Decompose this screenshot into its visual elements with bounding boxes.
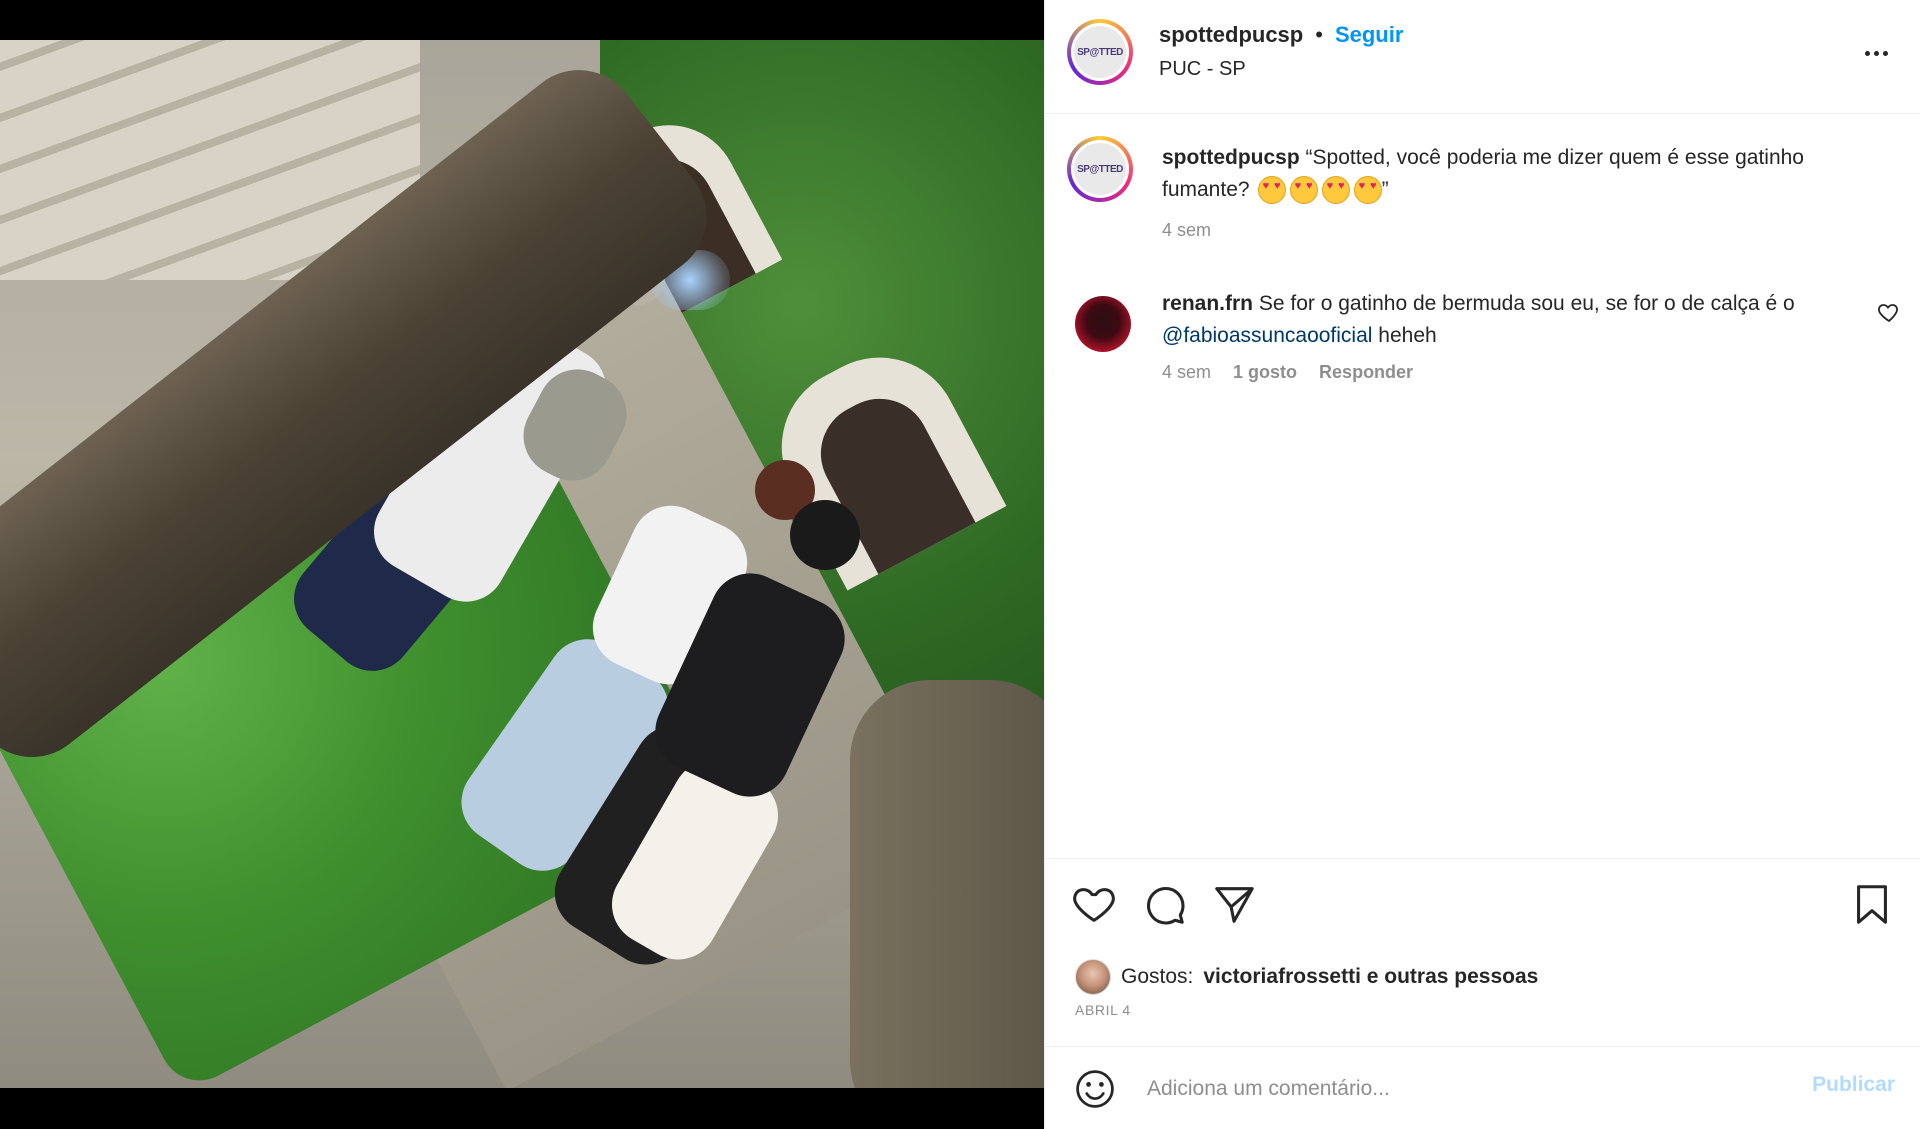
likes-prefix: Gostos: bbox=[1121, 965, 1194, 988]
liker-avatar[interactable] bbox=[1075, 959, 1111, 995]
comment-time[interactable]: 4 sem bbox=[1162, 362, 1211, 383]
comment-mention-link[interactable]: @fabioassuncaooficial bbox=[1162, 324, 1372, 347]
heart-eyes-emoji-icon bbox=[1289, 176, 1318, 205]
publish-button[interactable]: Publicar bbox=[1812, 1073, 1895, 1097]
comment-text: Se for o gatinho de bermuda sou eu, se f… bbox=[1258, 292, 1795, 315]
more-options-icon[interactable] bbox=[1859, 36, 1893, 70]
header-separator: • bbox=[1315, 22, 1323, 47]
heart-icon[interactable] bbox=[1071, 881, 1117, 927]
heart-eyes-emojis bbox=[1257, 176, 1382, 205]
photo-person-head bbox=[790, 500, 860, 570]
reply-button[interactable]: Responder bbox=[1319, 362, 1413, 383]
comment-input[interactable] bbox=[1145, 1065, 1769, 1113]
caption-username[interactable]: spottedpucsp bbox=[1162, 146, 1300, 169]
bookmark-icon[interactable] bbox=[1849, 881, 1895, 927]
comment-text-end: heheh bbox=[1378, 324, 1437, 347]
post-date[interactable]: ABRIL 4 bbox=[1075, 1002, 1131, 1018]
heart-eyes-emoji-icon bbox=[1321, 176, 1350, 205]
post-side-panel: SP@TTED spottedpucsp • Seguir PUC - SP S… bbox=[1044, 0, 1920, 1129]
post-media[interactable] bbox=[0, 0, 1044, 1129]
caption-time[interactable]: 4 sem bbox=[1162, 220, 1211, 241]
send-icon[interactable] bbox=[1211, 881, 1257, 927]
comment-icon[interactable] bbox=[1141, 881, 1187, 927]
likes-text[interactable]: victoriafrossetti e outras pessoas bbox=[1203, 965, 1538, 989]
post-actions: Gostos: victoriafrossetti e outras pesso… bbox=[1045, 858, 1920, 1048]
header-username[interactable]: spottedpucsp bbox=[1159, 22, 1303, 48]
comment-like-heart-icon[interactable] bbox=[1877, 300, 1901, 324]
post-location[interactable]: PUC - SP bbox=[1159, 58, 1246, 81]
caption-avatar-logo: SP@TTED bbox=[1074, 143, 1126, 195]
photo-tree-trunk bbox=[850, 680, 1044, 1088]
post-photo[interactable] bbox=[0, 40, 1044, 1088]
comments-section[interactable]: SP@TTED spottedpucsp “Spotted, você pode… bbox=[1045, 114, 1920, 858]
comment-username[interactable]: renan.frn bbox=[1162, 292, 1253, 315]
likes-summary[interactable]: Gostos: victoriafrossetti e outras pesso… bbox=[1075, 959, 1538, 995]
follow-button[interactable]: Seguir bbox=[1335, 22, 1403, 48]
header-user-line: spottedpucsp • Seguir bbox=[1159, 22, 1403, 48]
caption-meta: 4 sem bbox=[1162, 220, 1211, 241]
comment-text-block: renan.frn Se for o gatinho de bermuda so… bbox=[1162, 288, 1842, 352]
add-comment-bar: Publicar bbox=[1045, 1046, 1920, 1129]
heart-eyes-emoji-icon bbox=[1257, 176, 1286, 205]
post-header: SP@TTED spottedpucsp • Seguir PUC - SP bbox=[1045, 0, 1920, 114]
caption-closing-quote: ” bbox=[1381, 178, 1389, 201]
comment-likes-count[interactable]: 1 gosto bbox=[1233, 362, 1297, 383]
heart-eyes-emoji-icon bbox=[1353, 176, 1382, 205]
comment-meta: 4 sem 1 gosto Responder bbox=[1162, 362, 1413, 383]
account-avatar-logo: SP@TTED bbox=[1074, 26, 1126, 78]
caption-text-block: spottedpucsp “Spotted, você poderia me d… bbox=[1162, 142, 1842, 206]
account-avatar[interactable]: SP@TTED bbox=[1067, 19, 1133, 85]
smiley-icon[interactable] bbox=[1073, 1067, 1117, 1111]
caption-avatar[interactable]: SP@TTED bbox=[1067, 136, 1133, 202]
comment-avatar[interactable] bbox=[1075, 296, 1131, 352]
